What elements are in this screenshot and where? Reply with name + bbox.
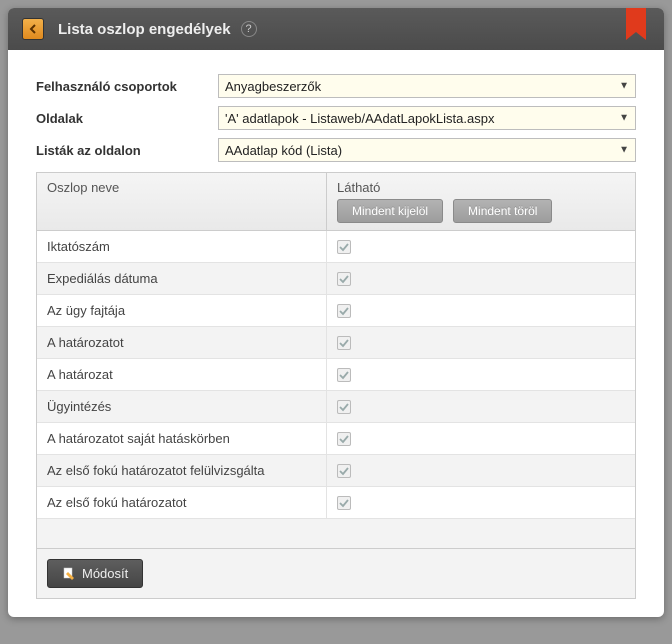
bookmark-icon [626, 8, 646, 32]
visible-checkbox[interactable] [337, 400, 351, 414]
cell-column-name: Az első fokú határozatot [37, 487, 327, 518]
grid-header: Oszlop neve Látható Mindent kijelöl Mind… [37, 173, 635, 231]
visible-checkbox[interactable] [337, 304, 351, 318]
header-visible: Látható Mindent kijelöl Mindent töröl [327, 173, 635, 230]
cell-visible [327, 263, 635, 294]
dropdown-pages[interactable]: 'A' adatlapok - Listaweb/AAdatLapokLista… [218, 106, 636, 130]
cell-column-name: Ügyintézés [37, 391, 327, 422]
visible-checkbox[interactable] [337, 432, 351, 446]
table-row: A határozatot saját hatáskörben [37, 423, 635, 455]
visible-checkbox[interactable] [337, 368, 351, 382]
dialog-window: Lista oszlop engedélyek ? Felhasználó cs… [8, 8, 664, 617]
row-user-groups: Felhasználó csoportok Anyagbeszerzők ▼ [36, 74, 636, 98]
table-row: Expediálás dátuma [37, 263, 635, 295]
table-row: A határozatot [37, 327, 635, 359]
cell-visible [327, 455, 635, 486]
label-user-groups: Felhasználó csoportok [36, 79, 218, 94]
chevron-left-icon [28, 24, 38, 34]
back-button[interactable] [22, 18, 44, 40]
dropdown-lists-on-page-value: AAdatlap kód (Lista) [225, 143, 342, 158]
cell-visible [327, 487, 635, 518]
chevron-down-icon: ▼ [619, 113, 629, 124]
chevron-down-icon: ▼ [619, 145, 629, 156]
header-visible-label: Látható [337, 180, 625, 195]
edit-icon [62, 567, 76, 581]
label-pages: Oldalak [36, 111, 218, 126]
header-column-name: Oszlop neve [37, 173, 327, 230]
grid-footer: Módosít [37, 549, 635, 598]
modify-button-label: Módosít [82, 566, 128, 581]
table-row: Az első fokú határozatot [37, 487, 635, 519]
label-lists-on-page: Listák az oldalon [36, 143, 218, 158]
cell-column-name: Expediálás dátuma [37, 263, 327, 294]
table-row: Az első fokú határozatot felülvizsgálta [37, 455, 635, 487]
table-row: Ügyintézés [37, 391, 635, 423]
clear-all-button[interactable]: Mindent töröl [453, 199, 552, 223]
dialog-title: Lista oszlop engedélyek [58, 21, 231, 38]
visible-checkbox[interactable] [337, 496, 351, 510]
cell-column-name: A határozat [37, 359, 327, 390]
visible-checkbox[interactable] [337, 272, 351, 286]
table-row: Az ügy fajtája [37, 295, 635, 327]
row-lists-on-page: Listák az oldalon AAdatlap kód (Lista) ▼ [36, 138, 636, 162]
cell-visible [327, 295, 635, 326]
cell-column-name: Az első fokú határozatot felülvizsgálta [37, 455, 327, 486]
table-row: A határozat [37, 359, 635, 391]
grid-spacer [37, 519, 635, 549]
table-row: Iktatószám [37, 231, 635, 263]
grid-rows: IktatószámExpediálás dátumaAz ügy fajtáj… [37, 231, 635, 519]
cell-column-name: A határozatot saját hatáskörben [37, 423, 327, 454]
modify-button[interactable]: Módosít [47, 559, 143, 588]
cell-visible [327, 231, 635, 262]
permissions-grid: Oszlop neve Látható Mindent kijelöl Mind… [36, 172, 636, 599]
visible-checkbox[interactable] [337, 336, 351, 350]
dropdown-user-groups-value: Anyagbeszerzők [225, 79, 321, 94]
cell-visible [327, 359, 635, 390]
cell-visible [327, 423, 635, 454]
dropdown-lists-on-page[interactable]: AAdatlap kód (Lista) ▼ [218, 138, 636, 162]
help-icon[interactable]: ? [241, 21, 257, 37]
content-area: Felhasználó csoportok Anyagbeszerzők ▼ O… [8, 50, 664, 617]
cell-column-name: A határozatot [37, 327, 327, 358]
select-all-button[interactable]: Mindent kijelöl [337, 199, 443, 223]
dropdown-pages-value: 'A' adatlapok - Listaweb/AAdatLapokLista… [225, 111, 494, 126]
dropdown-user-groups[interactable]: Anyagbeszerzők ▼ [218, 74, 636, 98]
cell-column-name: Az ügy fajtája [37, 295, 327, 326]
cell-column-name: Iktatószám [37, 231, 327, 262]
cell-visible [327, 327, 635, 358]
cell-visible [327, 391, 635, 422]
chevron-down-icon: ▼ [619, 81, 629, 92]
visible-checkbox[interactable] [337, 464, 351, 478]
row-pages: Oldalak 'A' adatlapok - Listaweb/AAdatLa… [36, 106, 636, 130]
visible-checkbox[interactable] [337, 240, 351, 254]
titlebar: Lista oszlop engedélyek ? [8, 8, 664, 50]
